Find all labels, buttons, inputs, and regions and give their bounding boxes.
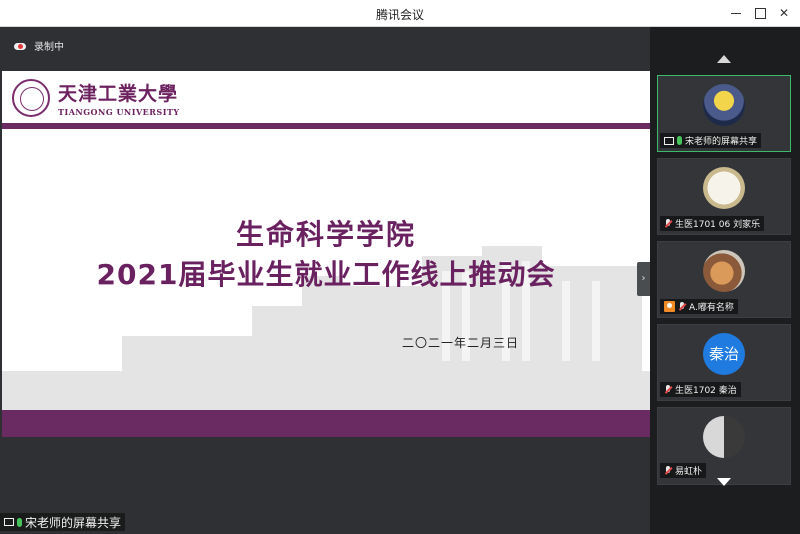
slide-date: 二〇二一年二月三日 [402,336,520,350]
text-avatar: 秦治 [703,333,745,375]
mic-on-icon [17,517,22,527]
presentation-slide: 天津工業大學 TIANGONG UNIVERSITY 生命科学学院 2021届毕… [2,71,650,437]
window-title: 腾讯会议 [375,8,424,22]
mic-muted-icon [664,466,672,475]
slide-bottom-band [2,410,650,437]
recording-icon [14,41,26,50]
recording-label: 录制中 [34,41,64,53]
university-name-en: TIANGONG UNIVERSITY [58,107,180,117]
recording-indicator[interactable]: 录制中 [14,38,64,53]
participant-namebar: 易虹朴 [660,463,707,478]
participant-name: 易虹朴 [675,467,703,477]
cartoon-avatar-icon [703,167,745,209]
screen-share-name: 宋老师的屏幕共享 [25,515,122,530]
participant-tile[interactable]: 秦治 生医1702 秦治 [657,324,791,401]
mic-muted-icon [664,385,672,394]
participant-name: 宋老师的屏幕共享 [685,137,758,147]
person-icon [664,301,675,312]
minion-avatar-icon [703,84,745,126]
participant-namebar: 生医1702 秦治 [660,382,741,397]
mic-muted-icon [664,219,672,228]
collapse-sidebar-button[interactable]: › [637,262,650,296]
bw-photo-avatar-icon [703,416,745,458]
participant-namebar: A.嘟有名称 [660,299,738,314]
slide-top-band [2,123,650,129]
screen-share-icon [664,136,674,145]
participant-tile[interactable]: A.嘟有名称 [657,241,791,318]
screen-share-icon [4,518,14,526]
maximize-button[interactable] [750,4,770,22]
slide-subtitle: 2021届毕业生就业工作线上推动会 [96,258,556,291]
participant-tile[interactable]: 宋老师的屏幕共享 [657,75,791,152]
participant-name: 生医1701 06 刘家乐 [675,220,761,230]
mic-on-icon [677,136,682,145]
participant-tile[interactable]: 易虹朴 [657,407,791,485]
university-logo: 天津工業大學 TIANGONG UNIVERSITY [12,79,180,117]
scroll-up-icon[interactable] [717,55,731,63]
screen-share-label: 宋老师的屏幕共享 [0,513,126,531]
participant-namebar: 宋老师的屏幕共享 [660,133,762,148]
mic-muted-icon [678,302,686,311]
participant-tile[interactable]: 生医1701 06 刘家乐 [657,158,791,235]
window-titlebar: 腾讯会议 ✕ [0,0,800,27]
pet-photo-avatar-icon [703,250,745,292]
participant-name: 生医1702 秦治 [675,386,737,396]
slide-title: 生命科学学院 [235,218,416,251]
minimize-button[interactable] [726,4,746,22]
university-name-cn: 天津工業大學 [58,83,179,105]
close-button[interactable]: ✕ [774,4,794,22]
scroll-down-icon[interactable] [717,478,731,486]
participant-name: A.嘟有名称 [689,303,734,313]
participant-namebar: 生医1701 06 刘家乐 [660,216,765,231]
university-seal-icon [12,79,50,117]
